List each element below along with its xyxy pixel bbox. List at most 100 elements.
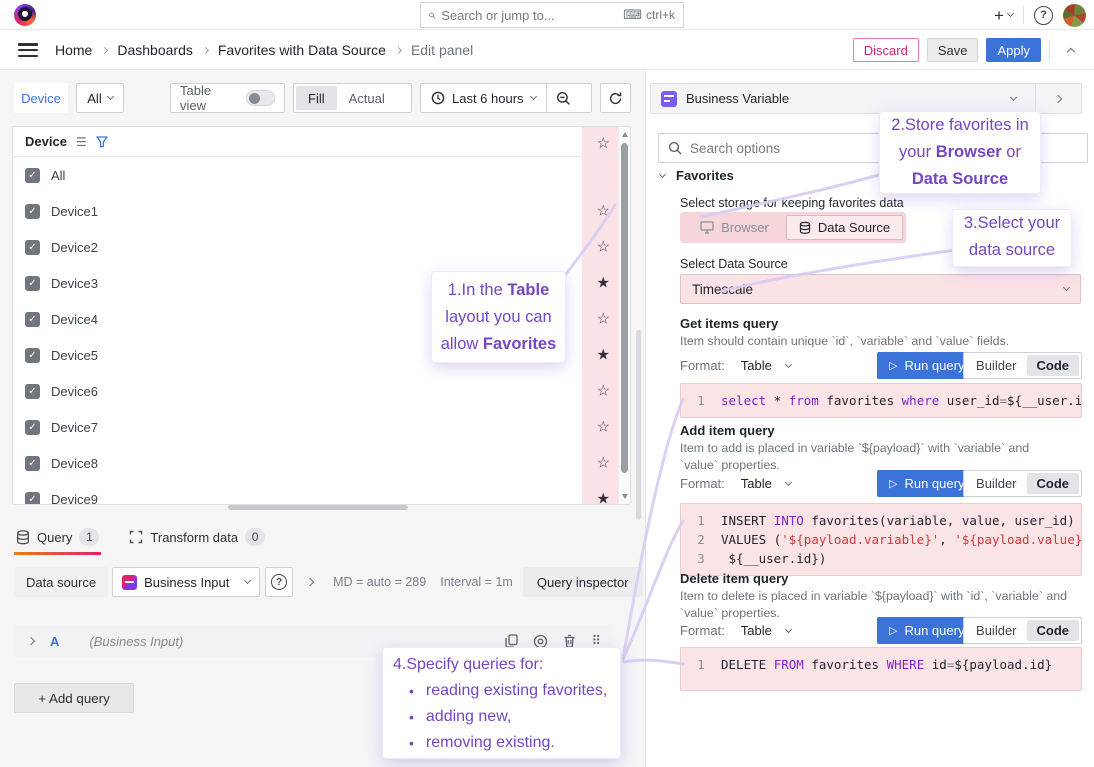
search-input[interactable] xyxy=(441,8,617,23)
chevron-right-icon xyxy=(202,46,209,53)
chevron-down-icon xyxy=(785,625,792,632)
discard-button[interactable]: Discard xyxy=(853,38,919,62)
row-checkbox[interactable]: ✓ xyxy=(25,492,40,506)
table-vertical-scrollbar[interactable] xyxy=(618,127,630,504)
variable-value-dropdown[interactable]: All xyxy=(76,83,124,113)
format-value-select[interactable]: Table xyxy=(741,358,772,373)
datasource-help-button[interactable]: ? xyxy=(265,567,293,597)
column-header-device[interactable]: Device xyxy=(25,134,67,149)
row-checkbox[interactable]: ✓ xyxy=(25,456,40,471)
storage-browser-option[interactable]: Browser xyxy=(683,215,786,240)
collapse-options-button[interactable] xyxy=(1058,38,1084,62)
row-checkbox[interactable]: ✓ xyxy=(25,384,40,399)
favorite-star-icon[interactable]: ★ xyxy=(597,492,610,506)
apply-button[interactable]: Apply xyxy=(986,38,1041,62)
search-bar[interactable]: ⌨ctrl+k xyxy=(420,2,684,28)
max-data-points-stat: MD = auto = 289 xyxy=(333,575,426,589)
favorite-star-icon[interactable]: ☆ xyxy=(597,204,610,219)
scrollbar-thumb[interactable] xyxy=(621,143,628,473)
run-query-button[interactable]: ▷Run query xyxy=(877,470,976,497)
code-option[interactable]: Code xyxy=(1027,473,1080,494)
favorite-star-icon[interactable]: ☆ xyxy=(597,456,610,471)
breadcrumb-dashboards[interactable]: Dashboards xyxy=(117,42,193,58)
annotation-4-specify-queries: 4.Specify queries for: •reading existing… xyxy=(383,648,620,758)
row-checkbox[interactable]: ✓ xyxy=(25,420,40,435)
menu-icon[interactable] xyxy=(18,43,38,57)
datasource-select[interactable]: Timescale xyxy=(680,274,1081,304)
breadcrumb-edit-panel: Edit panel xyxy=(411,42,473,58)
fill-option[interactable]: Fill xyxy=(296,86,337,110)
add-item-code-editor[interactable]: 1INSERT INTO favorites(variable, value, … xyxy=(680,503,1082,576)
scroll-down-arrow[interactable] xyxy=(622,494,628,499)
toggle-switch[interactable] xyxy=(246,90,275,106)
builder-option[interactable]: Builder xyxy=(966,620,1026,641)
favorite-star-icon[interactable]: ☆ xyxy=(597,384,610,399)
favorite-star-icon[interactable]: ★ xyxy=(597,276,610,291)
builder-option[interactable]: Builder xyxy=(966,355,1026,376)
table-horizontal-scrollbar[interactable] xyxy=(228,505,408,510)
favorite-star-icon[interactable]: ☆ xyxy=(597,240,610,255)
delete-item-code-editor[interactable]: 1DELETE FROM favorites WHERE id=${payloa… xyxy=(680,647,1082,691)
row-checkbox[interactable]: ✓ xyxy=(25,204,40,219)
active-tab-underline xyxy=(14,552,101,555)
tab-query[interactable]: Query 1 xyxy=(14,521,101,553)
builder-option[interactable]: Builder xyxy=(966,473,1026,494)
actual-option[interactable]: Actual xyxy=(337,86,397,110)
avatar[interactable] xyxy=(1063,4,1086,27)
code-option[interactable]: Code xyxy=(1027,355,1080,376)
save-button[interactable]: Save xyxy=(927,38,979,62)
row-label: Device2 xyxy=(51,240,98,255)
get-items-code-editor[interactable]: 1select * from favorites where user_id=$… xyxy=(680,383,1082,418)
row-checkbox[interactable]: ✓ xyxy=(25,276,40,291)
pane-scrollbar[interactable] xyxy=(636,330,641,520)
grafana-logo-icon[interactable] xyxy=(14,4,36,26)
help-button[interactable]: ? xyxy=(1034,6,1053,25)
zoom-out-button[interactable] xyxy=(547,84,581,112)
add-item-query-description: Item to add is placed in variable `${pay… xyxy=(680,440,1070,473)
builder-code-switch: Builder Code xyxy=(963,617,1082,644)
get-items-query-title: Get items query xyxy=(680,316,778,331)
add-item-query-title: Add item query xyxy=(680,423,775,438)
add-query-button[interactable]: + Add query xyxy=(14,683,134,713)
filter-icon[interactable] xyxy=(96,136,108,148)
breadcrumb-dashboard-name[interactable]: Favorites with Data Source xyxy=(218,42,386,58)
row-checkbox[interactable]: ✓ xyxy=(25,168,40,183)
section-favorites[interactable]: Favorites xyxy=(660,168,734,183)
run-query-button[interactable]: ▷Run query xyxy=(877,352,976,379)
hide-response-icon[interactable] xyxy=(533,634,548,649)
datasource-picker[interactable]: Business Input xyxy=(112,567,260,597)
variable-label-button[interactable]: Device xyxy=(14,83,68,113)
duplicate-icon[interactable] xyxy=(505,634,518,648)
favorite-star-icon[interactable]: ☆ xyxy=(597,420,610,435)
add-menu-button[interactable]: + xyxy=(994,7,1013,24)
expand-query-chevron[interactable] xyxy=(27,637,35,645)
expand-options-chevron[interactable] xyxy=(306,578,314,586)
row-checkbox[interactable]: ✓ xyxy=(25,240,40,255)
row-checkbox[interactable]: ✓ xyxy=(25,312,40,327)
scroll-up-arrow[interactable] xyxy=(622,132,628,137)
favorite-star-icon[interactable]: ☆ xyxy=(597,312,610,327)
drag-handle-icon[interactable]: ⠿ xyxy=(591,634,602,649)
format-value-select[interactable]: Table xyxy=(741,623,772,638)
time-range-picker[interactable]: Last 6 hours xyxy=(421,84,547,112)
transform-count-badge: 0 xyxy=(245,528,265,546)
list-icon[interactable]: ☰ xyxy=(76,135,87,149)
query-inspector-button[interactable]: Query inspector xyxy=(523,567,643,597)
divider xyxy=(1023,6,1024,24)
code-option[interactable]: Code xyxy=(1027,620,1080,641)
favorite-star-icon[interactable]: ★ xyxy=(597,348,610,363)
trash-icon[interactable] xyxy=(563,634,576,648)
tab-transform-data[interactable]: Transform data 0 xyxy=(127,521,267,553)
table-row: ✓All xyxy=(13,157,630,193)
open-viz-picker-button[interactable] xyxy=(1045,96,1071,102)
storage-datasource-option[interactable]: Data Source xyxy=(786,215,903,240)
annotation-4-title: 4.Specify queries for: xyxy=(393,652,620,678)
panel-type-header[interactable]: Business Variable xyxy=(650,83,1082,114)
row-checkbox[interactable]: ✓ xyxy=(25,348,40,363)
table-view-toggle[interactable]: Table view xyxy=(170,83,285,113)
refresh-button[interactable] xyxy=(600,83,631,113)
format-value-select[interactable]: Table xyxy=(741,476,772,491)
run-query-button[interactable]: ▷Run query xyxy=(877,617,976,644)
database-icon xyxy=(16,530,30,545)
breadcrumb-home[interactable]: Home xyxy=(55,42,92,58)
